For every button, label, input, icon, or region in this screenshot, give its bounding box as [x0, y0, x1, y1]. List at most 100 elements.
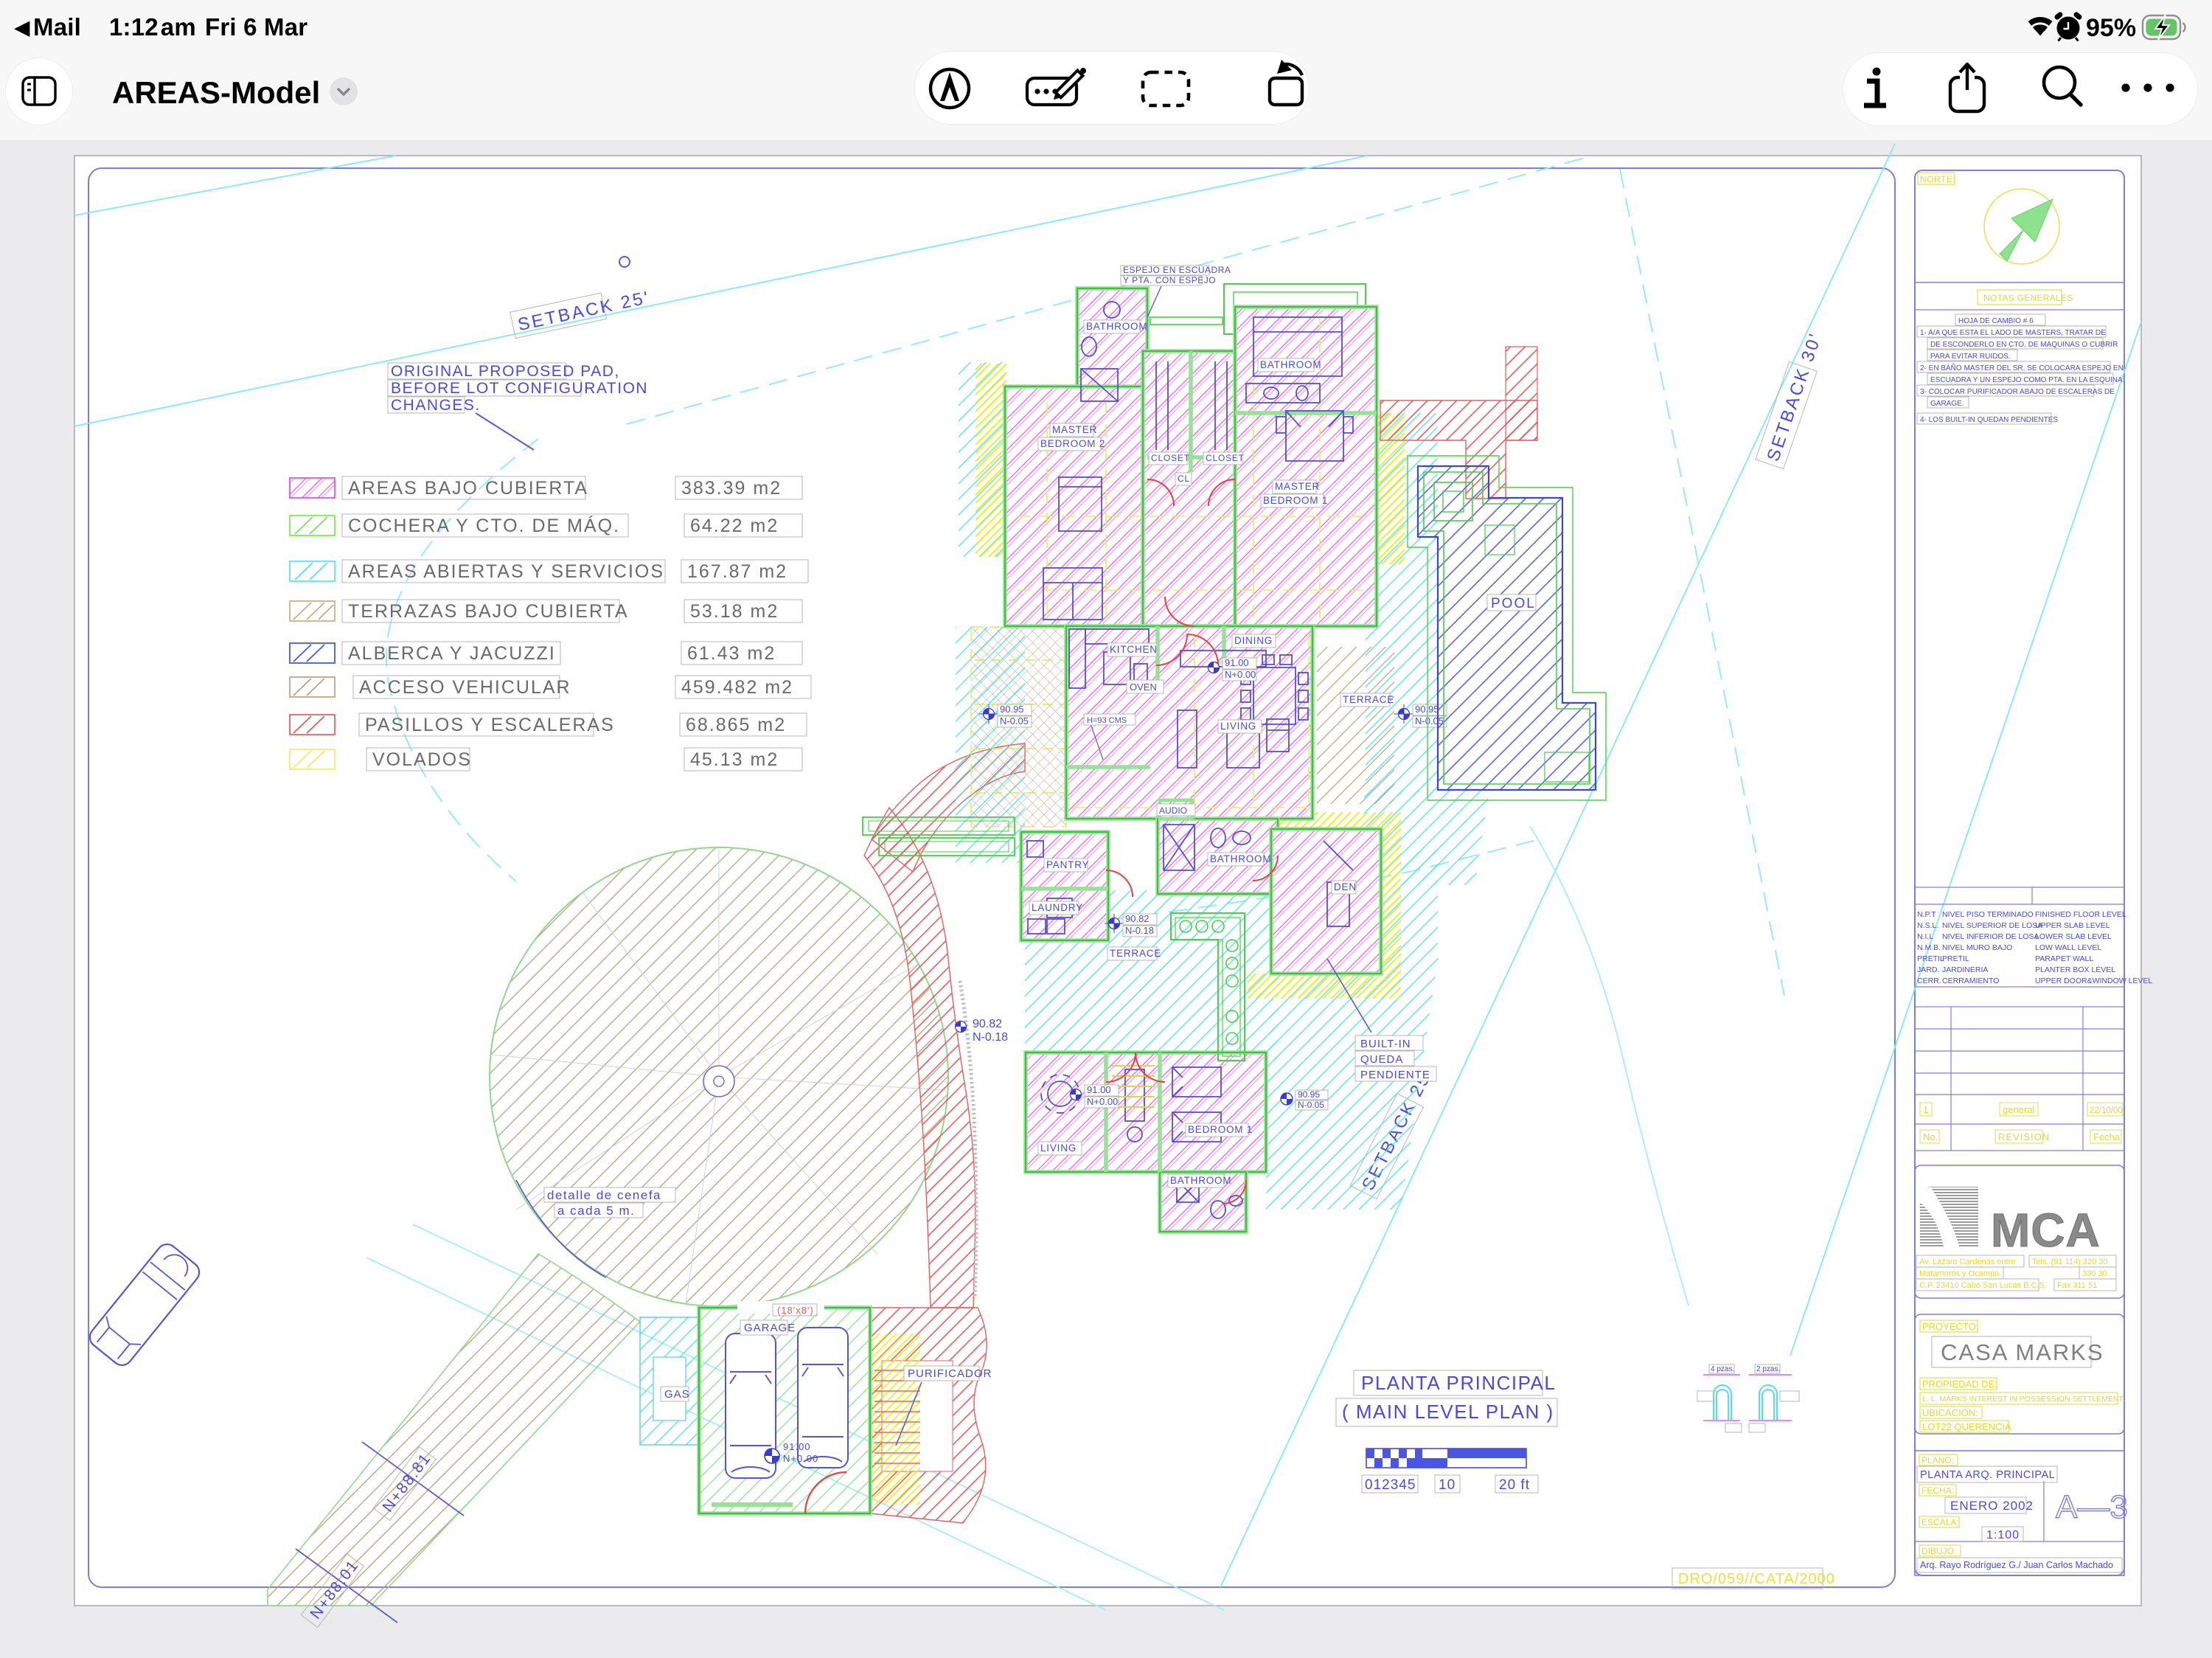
svg-text:PLANTER BOX LEVEL: PLANTER BOX LEVEL	[2035, 965, 2115, 974]
svg-text:BATHROOM: BATHROOM	[1170, 1175, 1231, 1186]
svg-text:NOTAS GENERALES: NOTAS GENERALES	[1983, 293, 2073, 303]
svg-text:CERR.: CERR.	[1917, 977, 1941, 985]
svg-text:61.43 m2: 61.43 m2	[687, 643, 776, 664]
svg-text:NORTE:: NORTE:	[1920, 174, 1955, 184]
svg-text:330 30: 330 30	[2082, 1269, 2107, 1278]
svg-text:GARAGE: GARAGE	[744, 1322, 796, 1334]
svg-text:REVISION: REVISION	[1998, 1131, 2050, 1142]
svg-text:LOT22 QUERENCIA: LOT22 QUERENCIA	[1922, 1421, 2011, 1432]
svg-text:3- COLOCAR PURIFICADOR ABAJO: 3- COLOCAR PURIFICADOR ABAJO DE ESCALERA…	[1920, 388, 2115, 396]
svg-text:45.13 m2: 45.13 m2	[690, 749, 779, 770]
svg-text:PLANTA ARQ. PRINCIPAL: PLANTA ARQ. PRINCIPAL	[1920, 1469, 2055, 1481]
svg-text:22/10/00: 22/10/00	[2090, 1106, 2123, 1115]
svg-text:PRETIL: PRETIL	[1942, 954, 1969, 963]
svg-text:BEFORE LOT CONFIGURATION: BEFORE LOT CONFIGURATION	[391, 380, 648, 397]
svg-text:LAUNDRY: LAUNDRY	[1032, 902, 1083, 913]
svg-text:LIVING: LIVING	[1040, 1142, 1077, 1154]
svg-text:NIVEL SUPERIOR DE LOSA: NIVEL SUPERIOR DE LOSA	[1942, 921, 2042, 930]
svg-text:N.I.L: N.I.L	[1917, 932, 1933, 941]
svg-text:UBICACION:: UBICACION:	[1922, 1407, 1978, 1418]
svg-text:TERRACE: TERRACE	[1110, 948, 1161, 959]
svg-text:FINISHED FLOOR LEVEL: FINISHED FLOOR LEVEL	[2035, 910, 2126, 919]
svg-text:LIVING: LIVING	[1220, 721, 1256, 732]
svg-text:91.00: 91.00	[783, 1441, 811, 1452]
svg-text:TERRAZAS BAJO CUBIERTA: TERRAZAS BAJO CUBIERTA	[348, 601, 629, 622]
svg-text:PROPIEDAD DE:: PROPIEDAD DE:	[1922, 1378, 1997, 1390]
svg-text:GAS: GAS	[664, 1388, 690, 1401]
svg-text:BATHROOM: BATHROOM	[1210, 853, 1271, 864]
svg-text:DIBUJO:: DIBUJO:	[1921, 1546, 1956, 1556]
svg-text:MASTER: MASTER	[1052, 424, 1097, 435]
svg-text:ESCUADRA Y UN ESPEJO COMO PTA.: ESCUADRA Y UN ESPEJO COMO PTA. EN LA ESQ…	[1930, 376, 2124, 384]
svg-text:2 pzas.: 2 pzas.	[1756, 1365, 1780, 1373]
svg-text:NIVEL PISO TERMINADO: NIVEL PISO TERMINADO	[1942, 910, 2034, 919]
svg-text:90.95: 90.95	[1415, 704, 1439, 715]
svg-text:PANTRY: PANTRY	[1046, 859, 1089, 870]
svg-text:H=93 CMS: H=93 CMS	[1087, 716, 1127, 725]
svg-text:459.482 m2: 459.482 m2	[681, 677, 793, 698]
svg-text:Tels. (91 114) 320 30: Tels. (91 114) 320 30	[2032, 1258, 2108, 1266]
svg-text:N-0.05: N-0.05	[1000, 715, 1029, 726]
svg-text:N-0.18: N-0.18	[973, 1031, 1008, 1044]
svg-text:DRO/059//CATA/2000: DRO/059//CATA/2000	[1678, 1571, 1835, 1587]
svg-text:90.95: 90.95	[1000, 704, 1024, 715]
svg-text:COCHERA Y CTO. DE MÁQ.: COCHERA Y CTO. DE MÁQ.	[348, 515, 620, 536]
svg-text:Arq. Rayo Rodríguez G./ Juan C: Arq. Rayo Rodríguez G./ Juan Carlos Mach…	[1920, 1560, 2113, 1570]
svg-text:MASTER: MASTER	[1275, 481, 1320, 492]
svg-text:4- LOS BUILT-IN QUEDAN PENDIE: 4- LOS BUILT-IN QUEDAN PENDIENTES	[1920, 416, 2058, 424]
svg-text:DINING: DINING	[1234, 635, 1273, 646]
svg-text:NIVEL INFERIOR DE LOSA: NIVEL INFERIOR DE LOSA	[1942, 932, 2039, 941]
svg-text:ESPEJO EN ESCUADRA: ESPEJO EN ESCUADRA	[1123, 265, 1231, 275]
svg-text:detalle de cenefa: detalle de cenefa	[547, 1188, 661, 1202]
svg-text:QUEDA: QUEDA	[1360, 1053, 1403, 1066]
svg-text:POOL: POOL	[1491, 596, 1536, 611]
svg-text:CLOSET: CLOSET	[1206, 453, 1245, 463]
svg-text:Av. Lazaro Cardenas entre: Av. Lazaro Cardenas entre	[1919, 1258, 2015, 1266]
svg-text:PARA EVITAR RUIDOS.: PARA EVITAR RUIDOS.	[1930, 353, 2011, 361]
svg-text:JARD.: JARD.	[1917, 965, 1939, 974]
svg-text:167.87 m2: 167.87 m2	[687, 561, 787, 582]
svg-text:90.95: 90.95	[1298, 1089, 1320, 1100]
svg-text:OVEN: OVEN	[1130, 681, 1157, 693]
svg-text:ESCALA:: ESCALA:	[1921, 1517, 1959, 1527]
svg-text:HOJA DE CAMBIO # 6: HOJA DE CAMBIO # 6	[1958, 317, 2034, 325]
svg-text:68.865 m2: 68.865 m2	[686, 715, 786, 735]
svg-text:91.00: 91.00	[1225, 657, 1249, 668]
svg-text:AREAS ABIERTAS Y SERVICIOS: AREAS ABIERTAS Y SERVICIOS	[348, 561, 664, 582]
svg-text:(18'x8'): (18'x8')	[777, 1305, 814, 1316]
svg-text:PARAPET WALL: PARAPET WALL	[2035, 954, 2093, 963]
svg-text:N+0.00: N+0.00	[1225, 669, 1256, 680]
svg-text:CLOSET: CLOSET	[1151, 453, 1190, 463]
svg-text:ACCESO VEHICULAR: ACCESO VEHICULAR	[359, 677, 571, 698]
svg-text:UPPER SLAB LEVEL: UPPER SLAB LEVEL	[2035, 921, 2110, 930]
svg-text:A—3: A—3	[2056, 1489, 2128, 1525]
svg-text:PENDIENTE: PENDIENTE	[1360, 1069, 1430, 1081]
svg-text:GARAGE.: GARAGE.	[1930, 400, 1964, 408]
svg-text:AUDIO: AUDIO	[1159, 805, 1187, 816]
svg-text:BEDROOM 2: BEDROOM 2	[1040, 438, 1105, 449]
svg-text:N-0.05: N-0.05	[1298, 1100, 1324, 1110]
svg-text:N+0.00: N+0.00	[783, 1453, 818, 1464]
svg-text:N.S.L.: N.S.L.	[1917, 921, 1938, 930]
svg-text:90.82: 90.82	[1125, 913, 1150, 924]
svg-text:Fecha: Fecha	[2093, 1131, 2121, 1142]
svg-text:ORIGINAL PROPOSED PAD,: ORIGINAL PROPOSED PAD,	[391, 363, 620, 380]
svg-text:LOWER SLAB LEVEL: LOWER SLAB LEVEL	[2035, 932, 2112, 941]
svg-text:BUILT-IN: BUILT-IN	[1360, 1038, 1411, 1050]
svg-text:KITCHEN: KITCHEN	[1110, 644, 1158, 655]
svg-text:No.: No.	[1923, 1131, 1938, 1142]
svg-text:LOW WALL LEVEL: LOW WALL LEVEL	[2035, 943, 2101, 952]
svg-text:N.P.T: N.P.T	[1917, 910, 1936, 919]
svg-text:4 pzas.: 4 pzas.	[1711, 1365, 1734, 1373]
svg-text:1: 1	[1923, 1104, 1928, 1115]
svg-text:PURIFICADOR: PURIFICADOR	[908, 1367, 992, 1380]
svg-text:a cada 5 m.: a cada 5 m.	[557, 1204, 635, 1218]
svg-text:2- EN BAÑO MASTER DEL SR. SE: 2- EN BAÑO MASTER DEL SR. SE COLOCARA ES…	[1920, 363, 2124, 372]
svg-text:VOLADOS: VOLADOS	[372, 749, 472, 770]
svg-text:L. L. MARKS INTEREST IN POSSE: L. L. MARKS INTEREST IN POSSESSION SETTL…	[1922, 1395, 2125, 1404]
svg-text:PROYECTO:: PROYECTO:	[1922, 1321, 1978, 1332]
svg-text:TERRACE: TERRACE	[1343, 694, 1394, 705]
svg-text:PASILLOS Y ESCALERAS: PASILLOS Y ESCALERAS	[365, 715, 615, 735]
svg-text:BEDROOM 1: BEDROOM 1	[1188, 1124, 1253, 1135]
svg-text:C.P. 23410 Cabo San Lucas B.C.: C.P. 23410 Cabo San Lucas B.C.S.	[1919, 1281, 2047, 1290]
